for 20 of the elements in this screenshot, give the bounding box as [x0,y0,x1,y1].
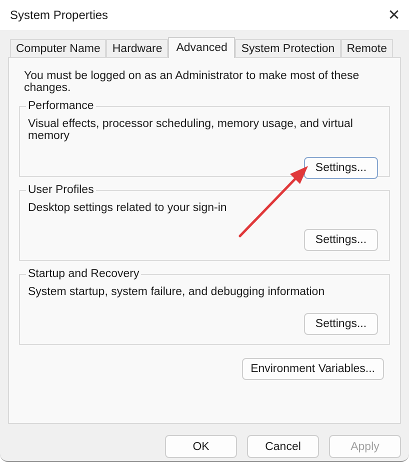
dialog-button[interactable]: OK [165,435,237,458]
tab[interactable]: Hardware [106,39,168,57]
group-title: User Profiles [26,184,96,196]
group-title: Startup and Recovery [26,268,142,280]
settings-button[interactable]: Settings... [304,313,378,335]
settings-button[interactable]: Settings... [304,157,378,179]
dialog-button[interactable]: Cancel [247,435,319,458]
environment-variables-button[interactable]: Environment Variables... [242,358,384,380]
tab[interactable]: System Protection [235,39,341,57]
notice-text: You must be logged on as an Administrator to make most of these changes. [24,70,360,94]
group-description: Visual effects, processor scheduling, memory usage, and virtual memory [28,118,354,142]
close-button[interactable]: ✕ [379,0,409,30]
group-description: System startup, system failure, and debugging information [28,286,326,298]
tab[interactable]: Advanced [168,37,236,58]
settings-button[interactable]: Settings... [304,229,378,251]
group-title: Performance [26,100,96,112]
window-title: System Properties [10,8,108,22]
tab[interactable]: Remote [340,39,393,57]
group-description: Desktop settings related to your sign-in [28,202,228,214]
tab[interactable]: Computer Name [10,39,106,57]
